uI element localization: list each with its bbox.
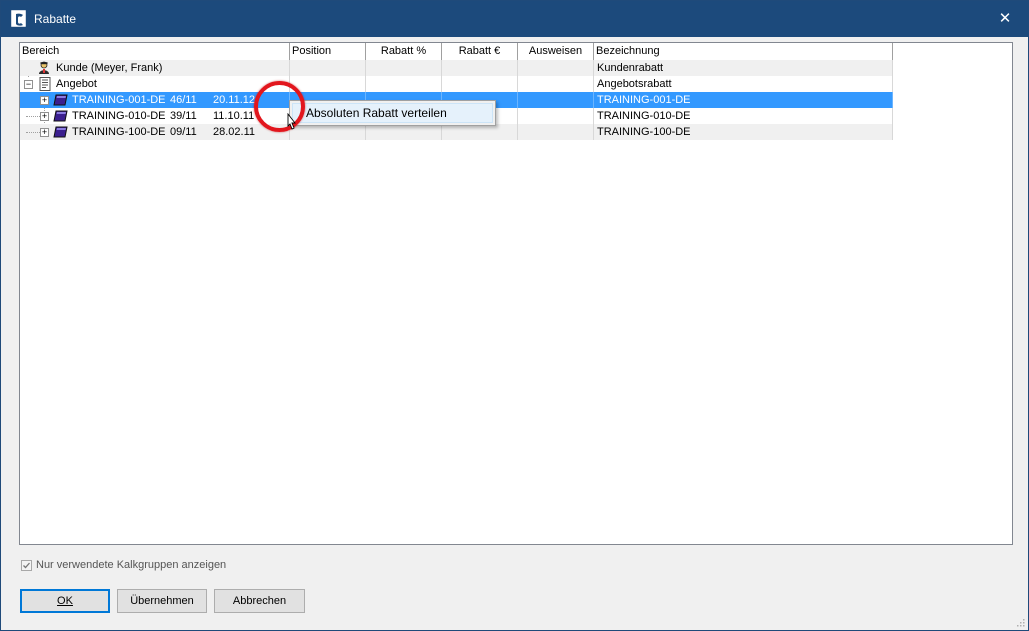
column-header-position[interactable]: Position [290,43,366,60]
cancel-button[interactable]: Abbrechen [214,589,305,613]
column-header-empty [893,43,1012,60]
resize-grip-icon[interactable] [1015,617,1025,627]
tree-row-training-100[interactable]: + TRAINING-100-DE 09/11 28.02.11 TRAININ… [20,124,893,140]
row-bezeichnung: Angebotsrabatt [597,78,672,90]
checkmark-icon [23,562,30,569]
close-icon: ✕ [998,10,1012,27]
row-bezeichnung: TRAINING-100-DE [597,126,691,138]
pointer-cursor-icon [287,113,296,130]
column-header: Bereich Position Rabatt % Rabatt € Auswe… [20,43,1012,60]
row-bezeichnung: Kundenrabatt [597,62,664,74]
column-header-rabatt-euro[interactable]: Rabatt € [442,43,518,60]
ok-button[interactable]: OK [20,589,110,613]
window-title: Rabatte [34,12,77,26]
discount-tree[interactable]: Bereich Position Rabatt % Rabatt € Auswe… [19,42,1013,545]
close-button[interactable]: ✕ [982,1,1028,37]
context-menu-item-distribute-discount[interactable]: Absoluten Rabatt verteilen [292,103,493,123]
checkbox-box[interactable] [21,560,32,571]
tree-row-angebot[interactable]: − Angebot Angebotsrabatt [20,76,893,92]
column-header-bezeichnung[interactable]: Bezeichnung [594,43,893,60]
column-header-bereich[interactable]: Bereich [20,43,290,60]
context-menu: Absoluten Rabatt verteilen [289,100,496,126]
row-bezeichnung: TRAINING-010-DE [597,110,691,122]
rabatte-dialog: Rabatte ✕ Bereich Position Rabatt % Raba… [0,0,1029,631]
column-header-rabatt-percent[interactable]: Rabatt % [366,43,442,60]
row-bezeichnung: TRAINING-001-DE [597,94,691,106]
title-bar[interactable]: Rabatte ✕ [1,1,1028,37]
apply-button[interactable]: Übernehmen [117,589,207,613]
app-icon [11,10,26,27]
checkbox-label: Nur verwendete Kalkgruppen anzeigen [36,559,227,571]
column-header-ausweisen[interactable]: Ausweisen [518,43,594,60]
tree-row-kunde[interactable]: Kunde (Meyer, Frank) Kundenrabatt [20,60,893,76]
